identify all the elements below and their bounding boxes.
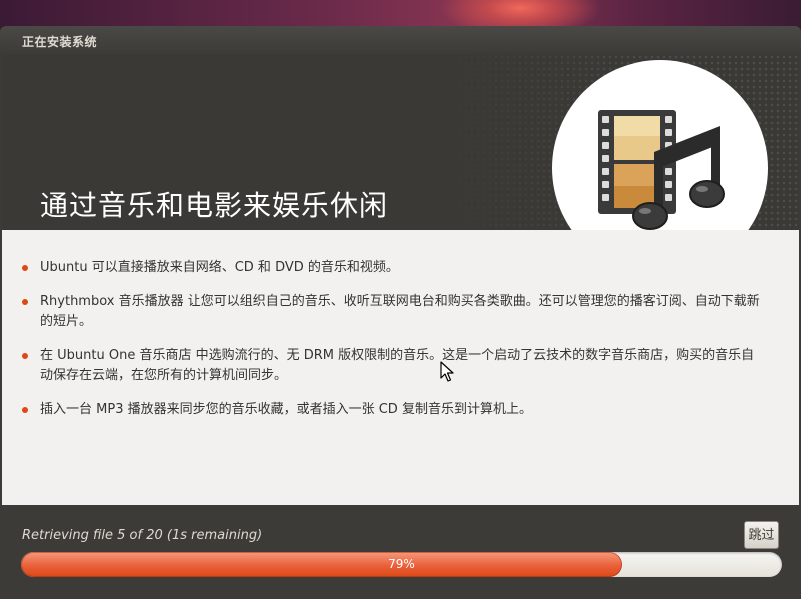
list-item: Rhythmbox 音乐播放器 让您可以组织自己的音乐、收听互联网电台和购买各类… xyxy=(22,292,762,332)
slide-content: Ubuntu 可以直接播放来自网络、CD 和 DVD 的音乐和视频。 Rhyth… xyxy=(2,230,799,505)
list-item-text: Rhythmbox 音乐播放器 让您可以组织自己的音乐、收听互联网电台和购买各类… xyxy=(40,294,760,329)
list-item-text: 在 Ubuntu One 音乐商店 中选购流行的、无 DRM 版权限制的音乐。这… xyxy=(40,348,755,383)
window-title: 正在安装系统 xyxy=(22,35,98,49)
bullet-icon xyxy=(22,265,28,271)
window-titlebar[interactable]: 正在安装系统 xyxy=(0,26,801,54)
bullet-icon xyxy=(22,353,28,359)
music-video-icon xyxy=(598,110,725,230)
list-item: Ubuntu 可以直接播放来自网络、CD 和 DVD 的音乐和视频。 xyxy=(22,258,762,278)
install-progress-bar: 79% xyxy=(21,552,782,577)
list-item: 在 Ubuntu One 音乐商店 中选购流行的、无 DRM 版权限制的音乐。这… xyxy=(22,346,762,386)
list-item: 插入一台 MP3 播放器来同步您的音乐收藏，或者插入一张 CD 复制音乐到计算机… xyxy=(22,400,762,420)
bullet-icon xyxy=(22,299,28,305)
mouse-cursor-icon xyxy=(440,361,454,382)
progress-percent-label: 79% xyxy=(388,557,415,571)
bullet-icon xyxy=(22,407,28,413)
list-item-text: Ubuntu 可以直接播放来自网络、CD 和 DVD 的音乐和视频。 xyxy=(40,260,399,275)
skip-button[interactable]: 跳过 xyxy=(744,521,779,549)
feature-list: Ubuntu 可以直接播放来自网络、CD 和 DVD 的音乐和视频。 Rhyth… xyxy=(22,258,762,434)
slide-title: 通过音乐和电影来娱乐休闲 xyxy=(40,189,389,222)
progress-status-text: Retrieving file 5 of 20 (1s remaining) xyxy=(22,528,263,543)
list-item-text: 插入一台 MP3 播放器来同步您的音乐收藏，或者插入一张 CD 复制音乐到计算机… xyxy=(40,402,532,417)
